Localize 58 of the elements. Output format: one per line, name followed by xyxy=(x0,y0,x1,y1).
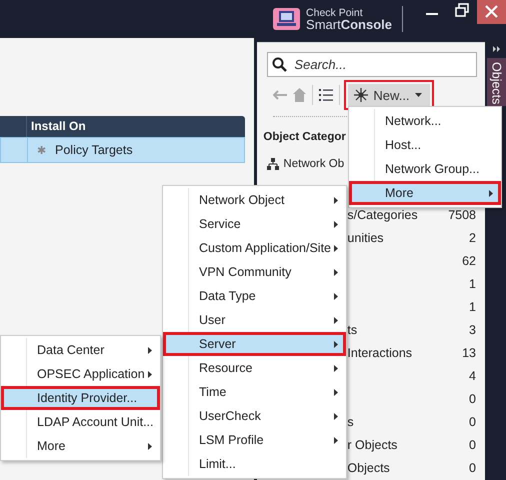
menu-item[interactable]: More xyxy=(1,434,160,458)
table-cell: Policy Targets xyxy=(55,143,133,157)
category-item[interactable]: unities xyxy=(347,230,384,244)
category-count: 0 xyxy=(469,392,476,406)
category-count: 7508 xyxy=(448,208,476,222)
menu-item[interactable]: Network... xyxy=(349,109,501,133)
expand-icon[interactable] xyxy=(492,46,500,52)
menu-item[interactable]: UserCheck xyxy=(163,404,346,428)
category-item[interactable]: Objects xyxy=(347,460,390,474)
category-count: 0 xyxy=(469,414,476,428)
network-icon xyxy=(267,158,280,170)
category-count: 3 xyxy=(469,322,476,336)
category-item[interactable]: s xyxy=(347,414,354,428)
category-item[interactable]: Interactions xyxy=(347,346,412,360)
category-count: 1 xyxy=(469,300,476,314)
list-icon[interactable] xyxy=(319,88,334,102)
menu-item[interactable]: More xyxy=(349,181,501,205)
category-count: 2 xyxy=(469,230,476,244)
new-button[interactable]: New... xyxy=(346,82,432,108)
menu-item[interactable]: Network Group... xyxy=(349,157,501,181)
starburst-icon xyxy=(354,88,368,102)
category-count: 13 xyxy=(462,346,476,360)
category-count: 1 xyxy=(469,276,476,290)
search-field[interactable]: Search... xyxy=(267,52,477,77)
category-count: 0 xyxy=(469,460,476,474)
menu-item[interactable]: Server xyxy=(163,332,346,356)
menu-item[interactable]: Resource xyxy=(163,356,346,380)
category-item[interactable]: ts xyxy=(347,322,358,336)
menu-item[interactable]: Data Type xyxy=(163,284,346,308)
product-name: SmartConsole xyxy=(306,19,392,31)
menu-item[interactable]: Time xyxy=(163,380,346,404)
category-count: 62 xyxy=(462,254,476,268)
menu-item[interactable]: Custom Application/Site xyxy=(163,236,346,260)
menu-item[interactable]: LDAP Account Unit... xyxy=(1,410,160,434)
menu-item[interactable]: Identity Provider... xyxy=(1,386,160,410)
menu-item[interactable]: Data Center xyxy=(1,338,160,362)
asterisk-icon: ✱ xyxy=(37,144,46,156)
logo-icon xyxy=(273,8,300,30)
menu-item[interactable]: Limit... xyxy=(163,452,346,476)
close-icon[interactable] xyxy=(477,0,506,24)
category-count: 4 xyxy=(469,368,476,382)
category-item[interactable]: r Objects xyxy=(347,438,398,452)
objects-tab[interactable]: Objects xyxy=(487,58,506,106)
menu-item[interactable]: Service xyxy=(163,212,346,236)
table-row[interactable]: ✱ Policy Targets xyxy=(0,137,245,163)
category-item[interactable]: s/Categories xyxy=(347,208,418,222)
search-icon xyxy=(272,57,288,72)
brand-name: Check Point xyxy=(306,7,364,19)
category-item[interactable]: Network Ob xyxy=(283,158,344,170)
menu-item[interactable]: OPSEC Application xyxy=(1,362,160,386)
menu-item[interactable]: Network Object xyxy=(163,188,346,212)
menu-item[interactable]: Host... xyxy=(349,133,501,157)
section-heading: Object Categor xyxy=(263,131,346,145)
caret-icon xyxy=(414,93,422,97)
menu-item[interactable]: User xyxy=(163,308,346,332)
category-count: 0 xyxy=(469,438,476,452)
menu-item[interactable]: LSM Profile xyxy=(163,428,346,452)
menu-item[interactable]: VPN Community xyxy=(163,260,346,284)
